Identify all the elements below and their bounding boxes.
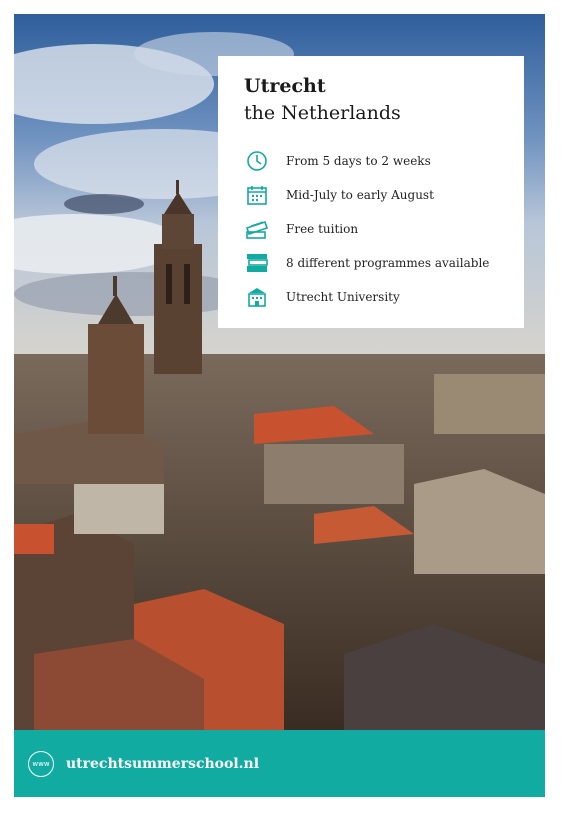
card-subtitle: the Netherlands bbox=[244, 102, 401, 124]
info-card: Utrecht the Netherlands From 5 days to 2… bbox=[218, 56, 524, 328]
feature-list: From 5 days to 2 weeks Mid-July to early… bbox=[244, 144, 524, 314]
calendar-icon bbox=[244, 183, 270, 207]
feature-university-text: Utrecht University bbox=[286, 290, 400, 304]
feature-university: Utrecht University bbox=[244, 280, 524, 314]
feature-duration-text: From 5 days to 2 weeks bbox=[286, 154, 431, 168]
poster: Utrecht the Netherlands From 5 days to 2… bbox=[14, 14, 545, 797]
feature-duration: From 5 days to 2 weeks bbox=[244, 144, 524, 178]
feature-tuition: Free tuition bbox=[244, 212, 524, 246]
card-title: Utrecht bbox=[244, 75, 326, 97]
clock-icon bbox=[244, 149, 270, 173]
feature-programmes-text: 8 different programmes available bbox=[286, 256, 490, 270]
feature-dates: Mid-July to early August bbox=[244, 178, 524, 212]
www-globe-icon: www bbox=[28, 750, 54, 777]
books-stack-icon bbox=[244, 251, 270, 275]
university-building-icon bbox=[244, 285, 270, 309]
website-link[interactable]: utrechtsummerschool.nl bbox=[66, 756, 259, 772]
feature-programmes: 8 different programmes available bbox=[244, 246, 524, 280]
feature-dates-text: Mid-July to early August bbox=[286, 188, 434, 202]
feature-tuition-text: Free tuition bbox=[286, 222, 359, 236]
footer-bar: www utrechtsummerschool.nl bbox=[14, 730, 545, 797]
tuition-ticket-icon bbox=[244, 217, 270, 241]
